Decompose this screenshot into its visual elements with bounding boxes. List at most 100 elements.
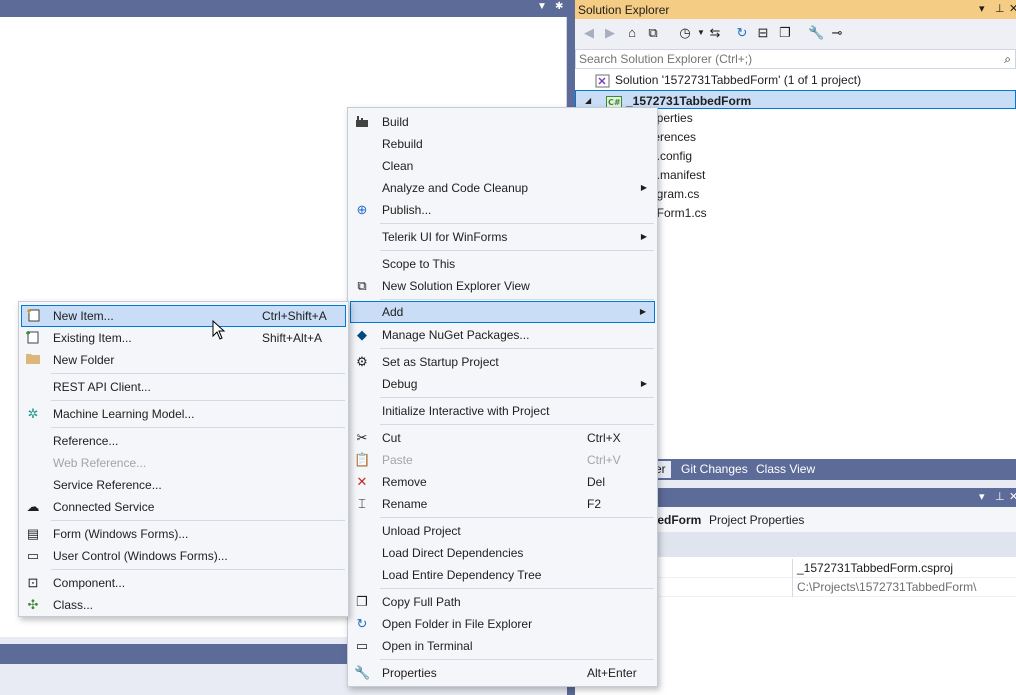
menu-item-class[interactable]: ✣ Class... [21,594,346,616]
property-divider [792,578,793,597]
menu-item-load-tree[interactable]: Load Entire Dependency Tree [350,564,655,586]
dropdown-arrow-icon[interactable]: ▾ [979,490,985,503]
menu-item-new-folder[interactable]: New Folder [21,349,346,371]
shortcut: Ctrl+X [587,431,621,445]
menu-item-rename[interactable]: ⌶ Rename F2 [350,493,655,515]
menu-item-ml-model[interactable]: ✲ Machine Learning Model... [21,403,346,425]
menu-item-debug[interactable]: Debug ▶ [350,373,655,395]
tree-item[interactable]: dForm1.cs [650,204,707,223]
menu-item-telerik[interactable]: Telerik UI for WinForms ▶ [350,226,655,248]
menu-item-properties[interactable]: 🔧 Properties Alt+Enter [350,662,655,684]
menu-item-new-item[interactable]: New Item... Ctrl+Shift+A [21,305,346,327]
forward-icon[interactable]: ▶ [602,25,618,41]
menu-separator [380,348,654,349]
new-item-icon [26,308,42,324]
menu-item-form[interactable]: ▤ Form (Windows Forms)... [21,523,346,545]
menu-item-startup[interactable]: ⚙ Set as Startup Project [350,351,655,373]
show-all-files-icon[interactable]: ❐ [777,25,793,41]
back-icon[interactable]: ◀ [581,25,597,41]
menu-item-rest-api[interactable]: REST API Client... [21,376,346,398]
gear-icon[interactable]: ✱ [555,1,563,12]
history-icon[interactable]: ◷ [677,25,693,41]
submenu-arrow-icon: ▶ [640,183,647,192]
pin-icon[interactable]: ⊥ [995,490,1005,503]
dropdown-arrow-icon[interactable]: ▾ [979,2,985,15]
collapse-all-icon[interactable]: ⊟ [755,25,771,41]
menu-item-rebuild[interactable]: Rebuild [350,133,655,155]
menu-separator [380,517,654,518]
existing-item-icon [25,330,41,346]
menu-item-analyze[interactable]: Analyze and Code Cleanup ▶ [350,177,655,199]
solution-icon [595,74,611,88]
shortcut: F2 [587,497,602,511]
tree-solution-node[interactable]: Solution '1572731TabbedForm' (1 of 1 pro… [595,71,861,90]
menu-item-web-reference[interactable]: Web Reference... [21,452,346,474]
menu-separator [51,400,345,401]
menu-item-open-folder[interactable]: ↻ Open Folder in File Explorer [350,613,655,635]
ml-model-icon: ✲ [27,406,39,421]
menu-item-clean[interactable]: Clean [350,155,655,177]
menu-item-reference[interactable]: Reference... [21,430,346,452]
preview-icon[interactable]: ⊸ [829,25,845,41]
menu-item-new-view[interactable]: ⧉ New Solution Explorer View [350,275,655,297]
menu-item-cut[interactable]: ✂ Cut Ctrl+X [350,427,655,449]
solution-explorer-search[interactable]: ⌕ [575,49,1016,69]
component-icon: ⊡ [27,575,39,590]
menu-separator [380,659,654,660]
menu-item-copy-path[interactable]: ❐ Copy Full Path [350,591,655,613]
menu-separator [380,250,654,251]
menu-item-existing-item[interactable]: Existing Item... Shift+Alt+A [21,327,346,349]
menu-item-add[interactable]: Add ▶ [350,301,655,323]
build-icon [354,114,370,130]
sync-icon[interactable]: ⇆ [707,25,723,41]
menu-separator [51,520,345,521]
shortcut: Alt+Enter [587,666,637,680]
menu-separator [51,373,345,374]
solution-explorer-title: Solution Explorer [578,3,670,17]
nuget-icon: ◆ [357,327,367,342]
editor-tab-bar: ▼ ✱ [0,0,570,17]
form-icon: ▤ [26,526,40,541]
solution-label: Solution '1572731TabbedForm' (1 of 1 pro… [615,73,862,87]
menu-item-build[interactable]: Build [350,111,655,133]
menu-item-paste[interactable]: 📋 Paste Ctrl+V [350,449,655,471]
wrench-icon[interactable]: 🔧 [808,25,824,41]
menu-item-publish[interactable]: ⊕ Publish... [350,199,655,221]
menu-item-nuget[interactable]: ◆ Manage NuGet Packages... [350,324,655,346]
class-icon: ✣ [27,597,39,612]
menu-item-scope[interactable]: Scope to This [350,253,655,275]
menu-separator [380,299,654,300]
menu-item-user-control[interactable]: ▭ User Control (Windows Forms)... [21,545,346,567]
menu-item-unload[interactable]: Unload Project [350,520,655,542]
pin-icon[interactable]: ⊥ [995,2,1005,15]
menu-separator [51,569,345,570]
terminal-icon: ▭ [355,638,369,653]
search-input[interactable] [576,50,986,68]
tree-item[interactable]: p.manifest [650,166,705,185]
menu-item-service-reference[interactable]: Service Reference... [21,474,346,496]
folder-icon [25,352,41,368]
refresh-icon[interactable]: ↻ [734,25,750,41]
menu-item-interactive[interactable]: Initialize Interactive with Project [350,400,655,422]
tab-class-view[interactable]: Class View [751,461,820,478]
close-icon[interactable]: ✕ [1009,2,1016,15]
dropdown-arrow-icon[interactable]: ▼ [537,1,547,12]
property-value: C:\Projects\1572731TabbedForm\ [797,580,977,594]
tab-git-changes[interactable]: Git Changes [676,461,753,478]
menu-item-connected-service[interactable]: ☁ Connected Service [21,496,346,518]
menu-item-remove[interactable]: ✕ Remove Del [350,471,655,493]
svg-text:C#: C# [608,98,621,107]
switch-views-icon[interactable]: ⧉ [645,25,661,41]
menu-item-load-direct[interactable]: Load Direct Dependencies [350,542,655,564]
home-icon[interactable]: ⌂ [624,25,640,41]
search-icon[interactable]: ⌕ [1004,52,1011,67]
shortcut: Shift+Alt+A [262,331,323,345]
project-label: _1572731TabbedForm [626,94,752,108]
shortcut: Del [587,475,606,489]
menu-item-open-terminal[interactable]: ▭ Open in Terminal [350,635,655,657]
properties-object-type: Project Properties [709,513,805,527]
close-icon[interactable]: ✕ [1009,490,1016,503]
menu-item-component[interactable]: ⊡ Component... [21,572,346,594]
mouse-cursor-icon [212,320,226,340]
gear-icon: ⚙ [356,354,368,369]
